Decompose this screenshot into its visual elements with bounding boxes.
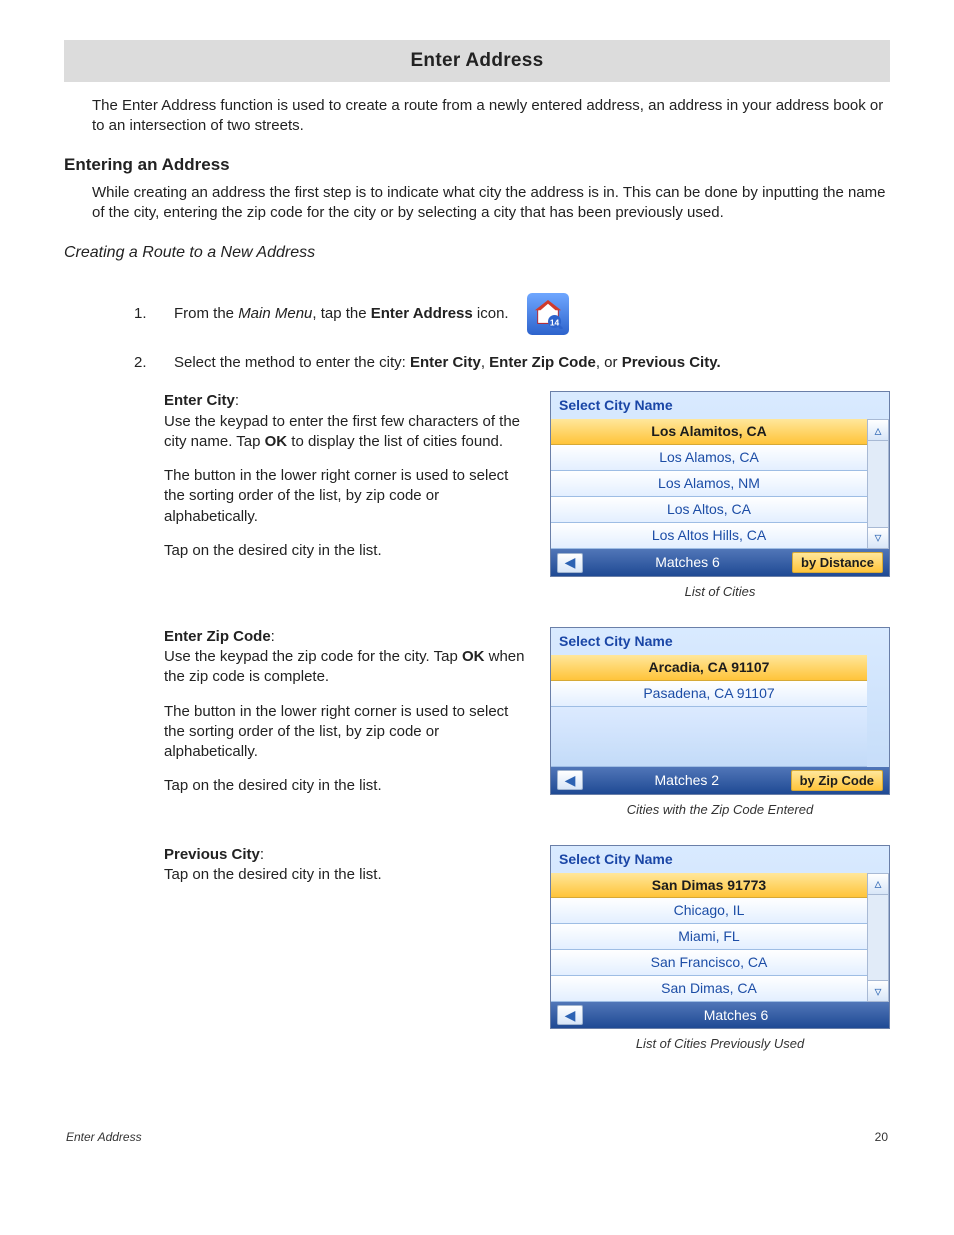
device-screenshot-city-list: Select City Name Los Alamitos, CA Los Al… [550, 391, 890, 577]
enter-zip-heading: Enter Zip Code [164, 628, 271, 645]
svg-text:14: 14 [549, 317, 559, 327]
back-icon[interactable]: ◀ [557, 1005, 583, 1025]
scroll-up-icon[interactable]: ▵ [867, 419, 889, 441]
sort-button[interactable]: by Distance [792, 552, 883, 574]
previous-city-section: Previous City: Tap on the desired city i… [164, 845, 890, 1069]
enter-zip-paragraph-2: The button in the lower right corner is … [164, 702, 528, 763]
list-item[interactable]: San Dimas 91773 [551, 873, 867, 899]
scrollbar-track[interactable] [867, 895, 889, 980]
device-screenshot-prev-list: Select City Name San Dimas 91773 Chicago… [550, 845, 890, 1029]
footer-left: Enter Address [66, 1129, 142, 1145]
enter-city-paragraph-2: The button in the lower right corner is … [164, 466, 528, 527]
list-item[interactable]: Los Alamos, NM [551, 471, 867, 497]
page-title: Enter Address [64, 40, 890, 82]
device-title: Select City Name [551, 846, 889, 873]
enter-city-paragraph-3: Tap on the desired city in the list. [164, 541, 528, 561]
subsection-heading-creating-route: Creating a Route to a New Address [64, 242, 890, 264]
enter-city-heading: Enter City [164, 392, 235, 409]
step-number: 1. [134, 304, 162, 324]
matches-label: Matches 2 [589, 771, 785, 790]
step-text: From the Main Menu, tap the Enter Addres… [174, 304, 509, 324]
list-item[interactable]: Los Altos Hills, CA [551, 523, 867, 549]
scroll-down-icon[interactable]: ▿ [867, 980, 889, 1002]
sort-button[interactable]: by Zip Code [791, 770, 883, 792]
device-screenshot-zip-list: Select City Name Arcadia, CA 91107 Pasad… [550, 627, 890, 795]
list-item[interactable]: Arcadia, CA 91107 [551, 655, 867, 681]
step-1: 1. From the Main Menu, tap the Enter Add… [134, 293, 890, 335]
page-footer: Enter Address 20 [64, 1129, 890, 1145]
step-2: 2. Select the method to enter the city: … [134, 353, 890, 373]
step-number: 2. [134, 353, 162, 373]
scroll-down-icon[interactable]: ▿ [867, 527, 889, 549]
list-item[interactable]: San Francisco, CA [551, 950, 867, 976]
list-item[interactable]: Chicago, IL [551, 898, 867, 924]
matches-label: Matches 6 [589, 553, 786, 572]
list-item[interactable]: Pasadena, CA 91107 [551, 681, 867, 707]
step-text: Select the method to enter the city: Ent… [174, 353, 721, 373]
device-title: Select City Name [551, 628, 889, 655]
enter-address-icon: 14 [527, 293, 569, 335]
back-icon[interactable]: ◀ [557, 553, 583, 573]
list-item[interactable]: Miami, FL [551, 924, 867, 950]
caption: List of Cities Previously Used [550, 1035, 890, 1053]
prev-city-heading: Previous City [164, 846, 260, 863]
section-heading-entering-address: Entering an Address [64, 154, 890, 177]
scrollbar-track[interactable] [867, 441, 889, 526]
enter-zip-section: Enter Zip Code: Use the keypad the zip c… [164, 627, 890, 835]
enter-zip-paragraph-3: Tap on the desired city in the list. [164, 776, 528, 796]
list-item[interactable]: Los Alamitos, CA [551, 419, 867, 445]
list-item[interactable]: Los Alamos, CA [551, 445, 867, 471]
caption: List of Cities [550, 583, 890, 601]
back-icon[interactable]: ◀ [557, 770, 583, 790]
matches-label: Matches 6 [589, 1006, 883, 1025]
caption: Cities with the Zip Code Entered [550, 801, 890, 819]
list-item[interactable]: San Dimas, CA [551, 976, 867, 1002]
enter-city-section: Enter City: Use the keypad to enter the … [164, 391, 890, 616]
list-item[interactable]: Los Altos, CA [551, 497, 867, 523]
device-title: Select City Name [551, 392, 889, 419]
scroll-up-icon[interactable]: ▵ [867, 873, 889, 895]
intro-paragraph: The Enter Address function is used to cr… [92, 96, 890, 137]
page-number: 20 [875, 1129, 888, 1145]
section-paragraph: While creating an address the first step… [92, 183, 890, 224]
